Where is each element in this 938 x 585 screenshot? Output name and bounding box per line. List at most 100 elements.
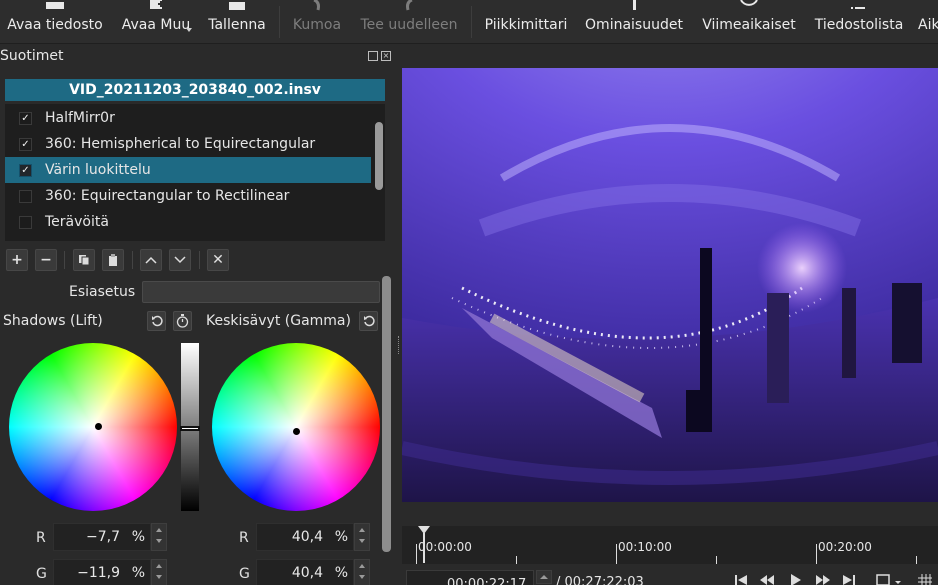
float-panel-icon[interactable] — [368, 51, 378, 61]
grid-icon[interactable] — [918, 574, 932, 585]
preset-label: Esiasetus — [69, 284, 136, 300]
filter-item-sharpen[interactable]: Terävöitä — [5, 209, 371, 235]
reset-icon — [151, 315, 163, 327]
zoom-icon[interactable] — [876, 574, 890, 585]
keyframe-button[interactable] — [173, 311, 192, 331]
playhead-line — [423, 533, 425, 563]
filter-list[interactable]: ✓ HalfMirr0r ✓ 360: Hemispherical to Equ… — [5, 104, 385, 241]
panel-controls: × — [368, 51, 391, 61]
current-time-field[interactable]: 00:00:22:17 — [406, 570, 534, 585]
midtones-r-label: R — [239, 530, 249, 546]
timeline-tick-label: 00:10:00 — [618, 540, 672, 554]
recent-button[interactable]: Viimeaikaiset — [699, 0, 799, 43]
open-other-button[interactable]: Avaa Muu — [118, 0, 194, 43]
midtones-label: Keskisävyt (Gamma) — [206, 313, 351, 329]
panel-splitter-handle[interactable] — [398, 336, 400, 354]
skip-to-start-icon[interactable] — [734, 574, 748, 585]
open-file-button[interactable]: Avaa tiedosto — [5, 0, 105, 43]
filter-checkbox[interactable] — [19, 215, 32, 229]
shadows-g-spinbox[interactable]: −11,9 % — [53, 559, 151, 585]
filter-checkbox[interactable]: ✓ — [19, 163, 32, 177]
filter-checkbox[interactable]: ✓ — [19, 111, 32, 125]
zoom-dropdown-icon[interactable] — [894, 574, 902, 585]
open-other-dropdown-icon[interactable] — [186, 28, 192, 32]
current-time-stepper[interactable] — [536, 570, 552, 584]
history-icon — [918, 0, 938, 12]
video-preview[interactable] — [402, 68, 938, 502]
video-frame-image — [402, 68, 938, 502]
midtones-reset-button[interactable] — [359, 311, 378, 331]
close-icon: ✕ — [212, 252, 224, 268]
clip-name-header: VID_20211203_203840_002.insv — [5, 79, 385, 101]
paste-icon — [109, 254, 117, 266]
shadows-r-spinbox[interactable]: −7,7 % — [53, 523, 151, 551]
toolbar-separator — [199, 251, 200, 269]
history-button[interactable]: Aik — [918, 0, 938, 43]
main-toolbar: Avaa tiedosto Avaa Muu Tallenna Kumoa Te… — [0, 0, 938, 44]
filter-properties-scrollbar[interactable] — [381, 276, 392, 552]
reset-icon — [363, 315, 375, 327]
fast-forward-icon[interactable] — [816, 574, 830, 585]
toolbar-separator — [64, 251, 65, 269]
close-panel-icon[interactable]: × — [381, 51, 391, 61]
folder-icon — [44, 0, 66, 12]
filter-checkbox[interactable] — [19, 189, 32, 203]
midtones-g-label: G — [239, 566, 250, 582]
shadows-g-stepper[interactable] — [151, 559, 167, 585]
chevron-up-icon — [145, 256, 157, 264]
move-down-button[interactable] — [169, 249, 191, 271]
rewind-icon[interactable] — [760, 574, 774, 585]
peak-meter-button[interactable]: Piikkimittari — [480, 0, 572, 43]
midtones-r-spinbox[interactable]: 40,4 % — [256, 523, 354, 551]
filter-checkbox[interactable]: ✓ — [19, 137, 32, 151]
move-up-button[interactable] — [140, 249, 162, 271]
timeline-ruler[interactable]: 00:00:00 00:10:00 00:20:00 — [402, 526, 938, 564]
shadows-wheel-marker[interactable] — [95, 423, 102, 430]
filter-list-scrollbar[interactable] — [375, 122, 383, 190]
save-button[interactable]: Tallenna — [205, 0, 269, 43]
paste-filter-button[interactable] — [102, 249, 124, 271]
midtones-r-stepper[interactable] — [354, 523, 370, 551]
info-icon — [623, 0, 645, 12]
shadows-r-stepper[interactable] — [151, 523, 167, 551]
playlist-button[interactable]: Tiedostolista — [811, 0, 907, 43]
luminance-slider-handle[interactable] — [180, 426, 200, 431]
timeline-tick — [816, 544, 817, 564]
undo-button[interactable]: Kumoa — [288, 0, 346, 43]
midtones-g-stepper[interactable] — [354, 559, 370, 585]
scrollbar-thumb[interactable] — [382, 276, 391, 552]
shadows-label: Shadows (Lift) — [3, 313, 103, 329]
total-duration: / 00:27:22:03 — [556, 575, 644, 585]
shadows-r-label: R — [36, 530, 46, 546]
shadows-color-wheel[interactable] — [9, 343, 177, 511]
toolbar-separator — [279, 6, 280, 38]
timeline-tick — [716, 556, 717, 564]
midtones-wheel-marker[interactable] — [293, 428, 300, 435]
shadows-g-label: G — [36, 566, 47, 582]
remove-filter-button[interactable]: − — [35, 249, 57, 271]
peak-meter-icon — [515, 0, 537, 12]
add-file-icon — [145, 0, 167, 12]
midtones-g-spinbox[interactable]: 40,4 % — [256, 559, 354, 585]
play-icon[interactable] — [788, 574, 802, 585]
midtones-color-wheel[interactable] — [212, 343, 380, 511]
timeline-tick — [416, 544, 417, 564]
redo-icon — [398, 0, 420, 12]
properties-button[interactable]: Ominaisuudet — [582, 0, 686, 43]
timeline-tick — [616, 544, 617, 564]
skip-to-end-icon[interactable] — [842, 574, 856, 585]
filter-item-halfmirror[interactable]: ✓ HalfMirr0r — [5, 105, 371, 131]
filter-item-hemispherical[interactable]: ✓ 360: Hemispherical to Equirectangular — [5, 131, 371, 157]
filters-panel-title: Suotimet — [0, 48, 64, 64]
filter-item-color-grading[interactable]: ✓ Värin luokittelu — [5, 157, 371, 183]
redo-button[interactable]: Tee uudelleen — [356, 0, 462, 43]
shadows-reset-button[interactable] — [147, 311, 166, 331]
add-filter-button[interactable]: + — [6, 249, 28, 271]
timeline-tick-label: 00:20:00 — [818, 540, 872, 554]
deselect-filter-button[interactable]: ✕ — [207, 249, 229, 271]
preset-combobox[interactable] — [142, 281, 380, 303]
chevron-down-icon — [174, 256, 186, 264]
transport-bar: 00:00:22:17 / 00:27:22:03 — [402, 566, 938, 585]
copy-filter-button[interactable] — [73, 249, 95, 271]
filter-item-rectilinear[interactable]: 360: Equirectangular to Rectilinear — [5, 183, 371, 209]
